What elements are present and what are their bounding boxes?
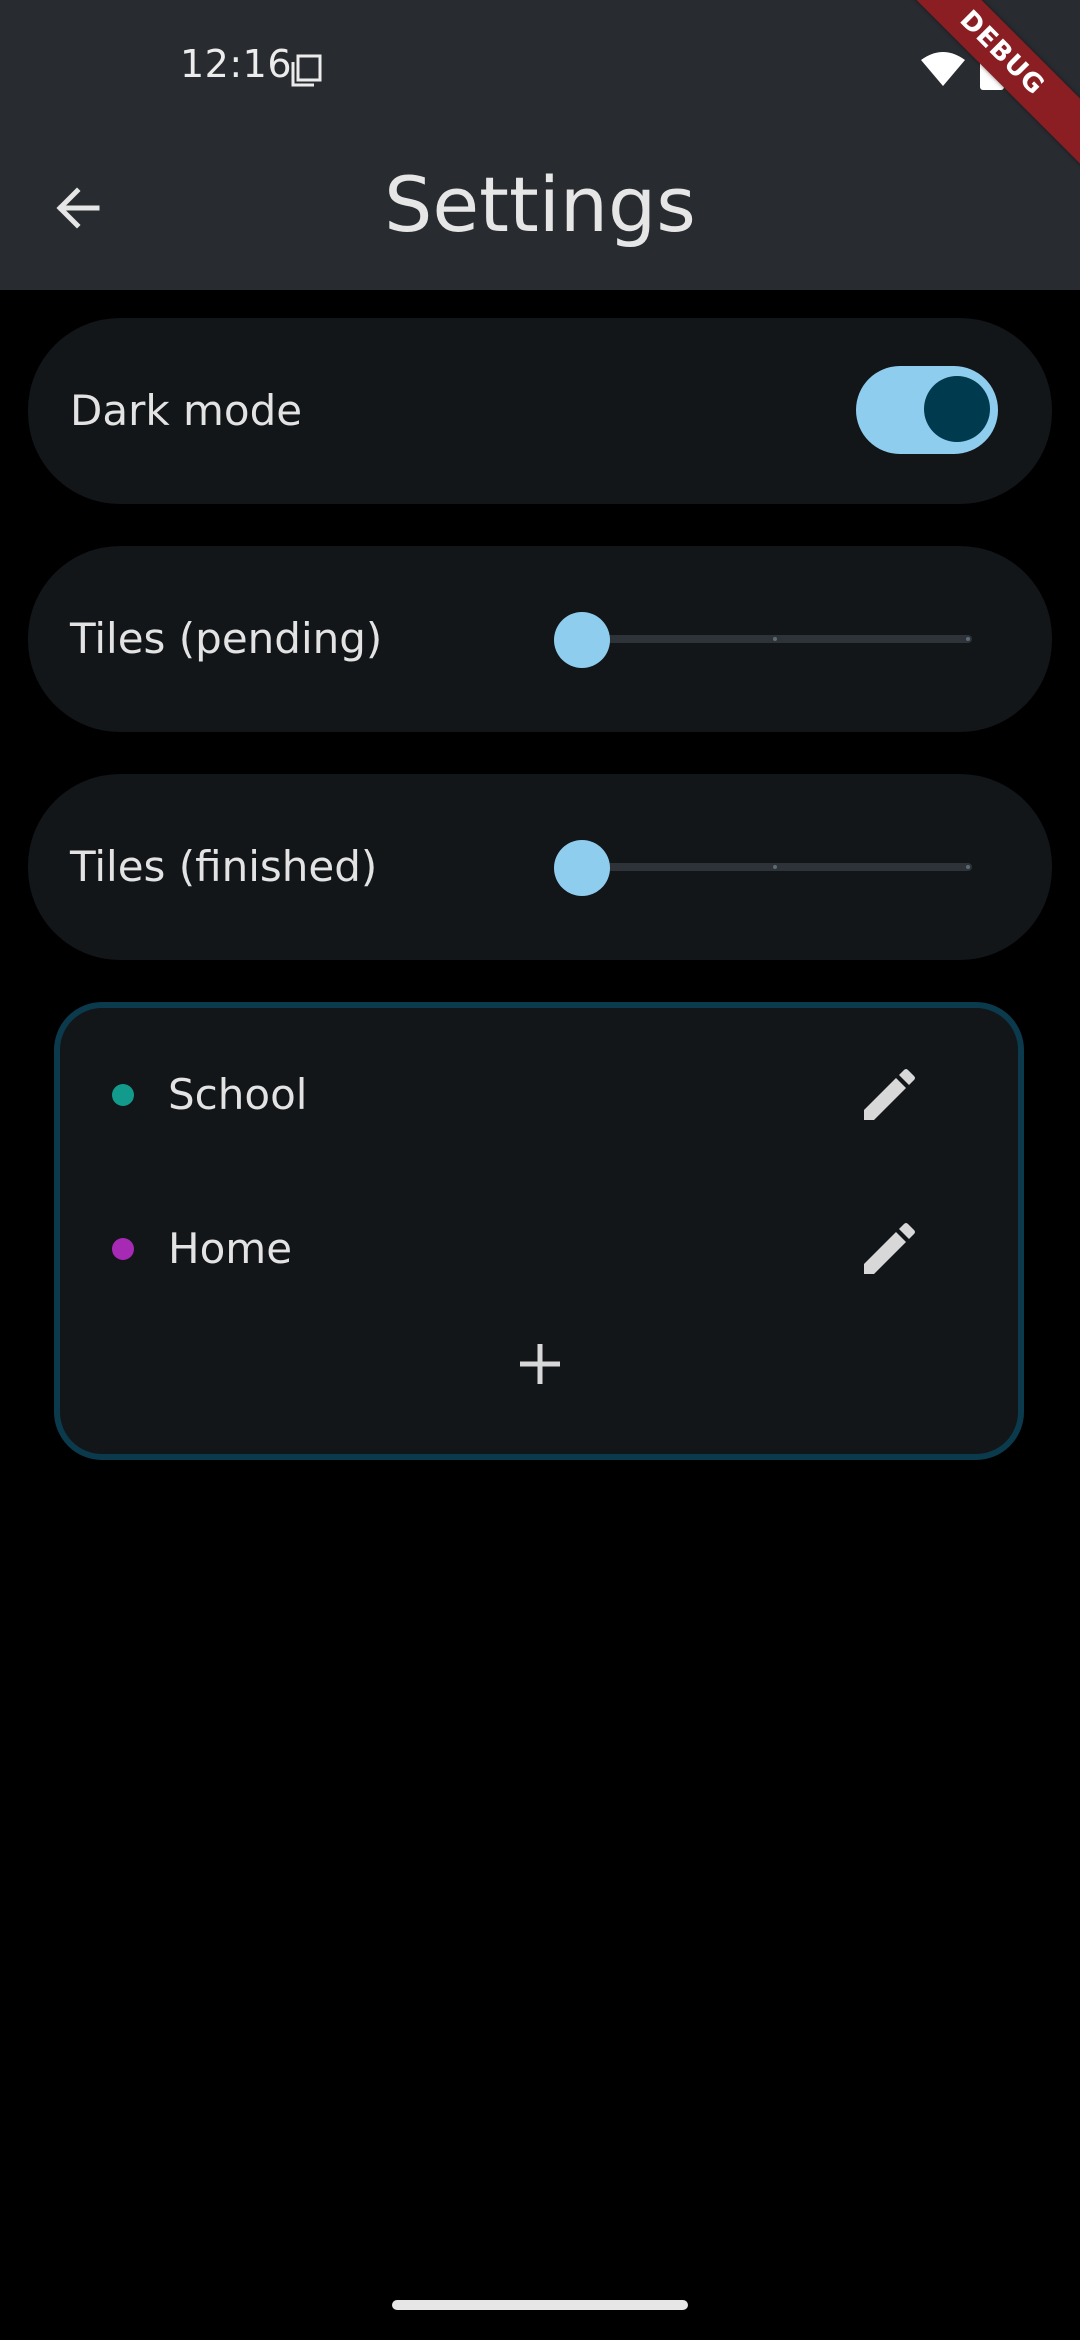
category-name: School	[168, 1070, 308, 1119]
category-item-school[interactable]: School	[60, 1020, 1018, 1170]
edit-pencil-icon	[864, 1223, 915, 1274]
edit-pencil-icon	[864, 1069, 915, 1120]
settings-screen: 12:16 DEBUG Settings Dark mode Tiles (pe…	[0, 0, 1080, 2340]
slider-tick	[773, 637, 777, 641]
slider-track[interactable]	[582, 863, 972, 871]
tiles-pending-card: Tiles (pending)	[28, 546, 1052, 732]
page-title: Settings	[384, 160, 696, 249]
category-color-dot	[112, 1084, 134, 1106]
tiles-pending-slider[interactable]	[528, 602, 988, 676]
category-color-dot	[112, 1238, 134, 1260]
slider-thumb[interactable]	[554, 840, 610, 896]
dark-mode-label: Dark mode	[70, 386, 303, 435]
wifi-icon	[921, 52, 965, 86]
edit-category-button[interactable]	[850, 1212, 926, 1288]
add-category-button[interactable]	[500, 1324, 580, 1404]
slider-tick	[966, 637, 970, 641]
slider-thumb[interactable]	[554, 612, 610, 668]
category-item-home[interactable]: Home	[60, 1174, 1018, 1324]
dark-mode-switch[interactable]	[856, 366, 998, 454]
slider-tick	[773, 865, 777, 869]
slider-tick	[966, 865, 970, 869]
tiles-finished-slider[interactable]	[528, 830, 988, 904]
tiles-finished-card: Tiles (finished)	[28, 774, 1052, 960]
home-indicator[interactable]	[392, 2300, 688, 2310]
tiles-pending-label: Tiles (pending)	[70, 614, 383, 663]
sim-card-icon	[291, 54, 322, 87]
status-time: 12:16	[180, 42, 293, 86]
add-plus-icon	[520, 1344, 560, 1384]
slider-track[interactable]	[582, 635, 972, 643]
app-bar: 12:16 DEBUG Settings	[0, 0, 1080, 290]
edit-category-button[interactable]	[850, 1058, 926, 1134]
category-name: Home	[168, 1224, 293, 1273]
switch-thumb[interactable]	[924, 376, 990, 442]
categories-list: School Home	[54, 1002, 1024, 1460]
tiles-finished-label: Tiles (finished)	[70, 842, 378, 891]
dark-mode-card: Dark mode	[28, 318, 1052, 504]
